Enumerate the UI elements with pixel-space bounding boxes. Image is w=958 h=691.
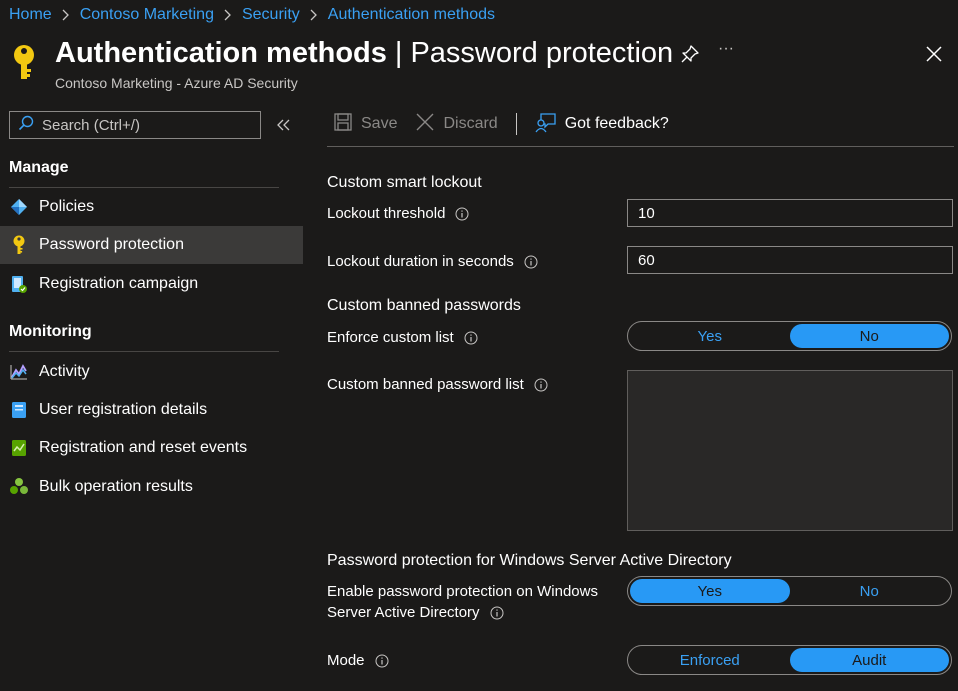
divider — [327, 146, 954, 147]
mode-enforced-option[interactable]: Enforced — [630, 648, 790, 672]
feedback-label: Got feedback? — [564, 115, 669, 132]
enable-no-option[interactable]: No — [790, 579, 950, 603]
info-icon[interactable] — [534, 378, 548, 392]
enforce-custom-list-label: Enforce custom list — [327, 327, 478, 348]
field-label-text: Mode — [327, 652, 365, 669]
enforce-yes-option[interactable]: Yes — [630, 324, 790, 348]
search-icon — [18, 115, 34, 136]
search-input[interactable] — [42, 116, 242, 134]
bulk-results-icon — [9, 477, 29, 497]
field-label-text: Lockout threshold — [327, 205, 446, 222]
info-icon[interactable] — [490, 606, 504, 620]
lockout-threshold-label: Lockout threshold — [327, 203, 469, 224]
sidebar-item-label: Activity — [39, 363, 90, 380]
section-manage-title: Manage — [9, 159, 69, 176]
field-label-text: Custom banned password list — [327, 376, 524, 393]
save-button[interactable]: Save — [333, 112, 397, 137]
discard-label: Discard — [443, 115, 498, 132]
chevron-right-icon — [224, 9, 232, 21]
events-icon — [9, 438, 29, 458]
mode-audit-option[interactable]: Audit — [789, 648, 949, 672]
sidebar-item-registration-and-reset-events[interactable]: Registration and reset events — [0, 429, 303, 467]
save-label: Save — [361, 115, 398, 132]
field-label-line: Server Active Directory — [327, 602, 598, 623]
enforce-custom-list-toggle: Yes No — [627, 321, 952, 351]
discard-icon — [415, 112, 435, 137]
divider — [9, 351, 279, 352]
lockout-threshold-input[interactable] — [627, 199, 953, 227]
field-label-text: Lockout duration in seconds — [327, 253, 514, 270]
section-monitoring-title: Monitoring — [9, 323, 92, 340]
sidebar-item-bulk-operation-results[interactable]: Bulk operation results — [0, 468, 303, 506]
key-icon — [9, 235, 29, 255]
info-icon[interactable] — [375, 654, 389, 668]
lockout-duration-label: Lockout duration in seconds — [327, 251, 538, 272]
more-options-icon[interactable]: ··· — [718, 40, 740, 60]
user-details-icon — [9, 400, 29, 420]
page-title-main: Authentication methods — [55, 37, 387, 69]
enable-yes-option[interactable]: Yes — [630, 579, 790, 603]
enable-windows-ad-toggle: Yes No — [627, 576, 952, 606]
sidebar-item-label: Registration and reset events — [39, 439, 248, 456]
close-icon[interactable] — [924, 44, 944, 64]
enforce-no-option[interactable]: No — [789, 324, 949, 348]
chevron-right-icon — [62, 9, 70, 21]
sidebar-item-policies[interactable]: Policies — [0, 188, 303, 226]
chevron-right-icon — [310, 9, 318, 21]
sidebar-item-label: User registration details — [39, 401, 208, 418]
enable-windows-ad-label: Enable password protection on Windows Se… — [327, 581, 598, 623]
smart-lockout-heading: Custom smart lockout — [327, 174, 482, 191]
breadcrumb-contoso-marketing[interactable]: Contoso Marketing — [80, 6, 214, 24]
info-icon[interactable] — [455, 207, 469, 221]
breadcrumb-home[interactable]: Home — [9, 6, 52, 24]
key-icon — [10, 44, 38, 82]
feedback-icon — [535, 111, 557, 138]
sidebar-item-label: Bulk operation results — [39, 478, 193, 495]
breadcrumb-security[interactable]: Security — [242, 6, 300, 24]
mode-label: Mode — [327, 650, 389, 671]
sidebar-item-user-registration-details[interactable]: User registration details — [0, 391, 303, 429]
sidebar-item-registration-campaign[interactable]: Registration campaign — [0, 265, 303, 303]
discard-button[interactable]: Discard — [415, 112, 498, 137]
search-box — [9, 111, 261, 139]
title-separator: | — [394, 37, 403, 69]
lockout-duration-input[interactable] — [627, 246, 953, 274]
field-label-text: Enable password protection on Windows — [327, 583, 598, 600]
page-title-sub: Password protection — [410, 37, 674, 69]
pin-icon[interactable] — [680, 44, 700, 64]
sidebar-item-activity[interactable]: Activity — [0, 353, 303, 391]
save-icon — [333, 112, 353, 137]
page-subtitle: Contoso Marketing - Azure AD Security — [55, 75, 298, 91]
policies-icon — [9, 197, 29, 217]
field-label-text: Enforce custom list — [327, 329, 454, 346]
info-icon[interactable] — [464, 331, 478, 345]
toolbar: Save Discard Got feedback? — [333, 110, 669, 138]
page-title: Authentication methods | Password protecti… — [55, 36, 673, 70]
collapse-sidebar-icon[interactable] — [274, 115, 294, 135]
breadcrumb: Home Contoso Marketing Security Authenti… — [9, 5, 495, 25]
banned-password-list-label: Custom banned password list — [327, 374, 548, 395]
banned-passwords-heading: Custom banned passwords — [327, 297, 521, 314]
toolbar-divider — [515, 113, 517, 135]
sidebar-item-label: Password protection — [39, 236, 184, 253]
sidebar-item-password-protection[interactable]: Password protection — [0, 226, 303, 264]
registration-campaign-icon — [9, 274, 29, 294]
banned-password-list-textarea[interactable] — [627, 370, 953, 531]
feedback-button[interactable]: Got feedback? — [535, 111, 669, 138]
info-icon[interactable] — [524, 255, 538, 269]
field-label-text: Server Active Directory — [327, 604, 480, 621]
sidebar-item-label: Registration campaign — [39, 275, 199, 292]
sidebar-item-label: Policies — [39, 198, 95, 215]
activity-chart-icon — [9, 362, 29, 382]
mode-toggle: Enforced Audit — [627, 645, 952, 675]
windows-ad-heading: Password protection for Windows Server A… — [327, 552, 732, 569]
breadcrumb-authentication-methods[interactable]: Authentication methods — [328, 6, 495, 24]
